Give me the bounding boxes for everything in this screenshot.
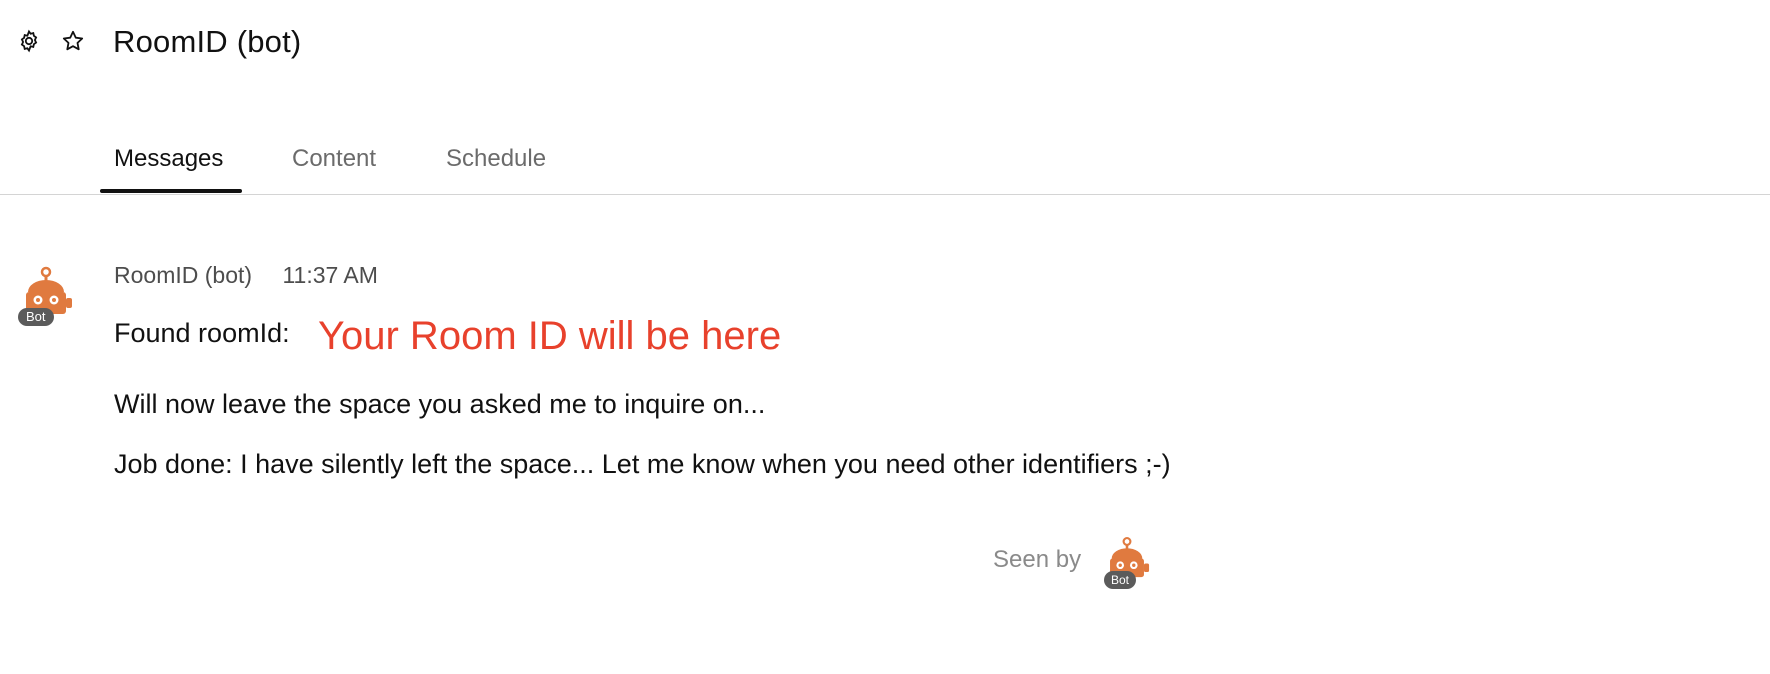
- bot-avatar[interactable]: Bot: [16, 262, 76, 328]
- seen-by-label: Seen by: [993, 546, 1082, 573]
- room-header: RoomID (bot): [0, 0, 1770, 90]
- found-roomid-label: Found roomId:: [114, 318, 290, 348]
- message-time: 11:37 AM: [282, 262, 378, 288]
- sender-name[interactable]: RoomID (bot): [114, 262, 252, 288]
- active-tab-indicator: [100, 189, 242, 193]
- seen-by-avatar[interactable]: Bot: [1101, 533, 1153, 589]
- star-icon[interactable]: [61, 29, 85, 53]
- room-id-placeholder: Your Room ID will be here: [318, 314, 782, 358]
- bot-badge: Bot: [1104, 571, 1137, 589]
- tab-bar: Messages Content Schedule: [0, 130, 1770, 195]
- tab-messages[interactable]: Messages: [114, 145, 223, 173]
- message-line-done: Job done: I have silently left the space…: [114, 449, 1171, 479]
- gear-icon[interactable]: [17, 29, 41, 53]
- room-title: RoomID (bot): [113, 24, 302, 59]
- tab-content[interactable]: Content: [292, 145, 376, 173]
- tab-schedule[interactable]: Schedule: [446, 145, 546, 173]
- message-line-leave: Will now leave the space you asked me to…: [114, 389, 766, 419]
- message-meta: RoomID (bot) 11:37 AM: [114, 262, 378, 289]
- bot-badge: Bot: [18, 308, 54, 326]
